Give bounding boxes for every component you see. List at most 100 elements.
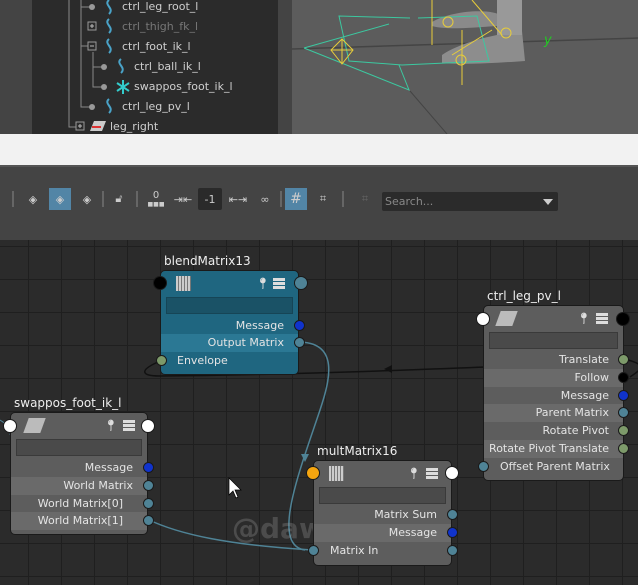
show-input-connections-icon[interactable]: ◈ xyxy=(22,188,44,210)
attribute-view-zero-button[interactable]: 0 ■■■ xyxy=(145,188,167,210)
collapse-attributes-icon[interactable]: ⇥⇤ xyxy=(172,188,194,210)
transform-icon xyxy=(495,311,518,326)
attr-message[interactable]: Message xyxy=(161,317,298,335)
attr-rotate-pivot[interactable]: Rotate Pivot xyxy=(484,422,623,440)
node-search-field[interactable] xyxy=(166,297,293,314)
pin-icon[interactable]: 📍︎ xyxy=(407,467,421,480)
node-search-field[interactable] xyxy=(319,487,446,504)
pin-icon[interactable]: 📍︎ xyxy=(577,312,591,325)
axis-y-label: y xyxy=(543,33,552,48)
node-mult-matrix[interactable]: multMatrix16 📍︎ Matrix Sum Message Matri… xyxy=(306,444,459,566)
attr-envelope[interactable]: Envelope xyxy=(161,352,298,370)
outliner-item-swappos-foot-ik-l[interactable]: swappos_foot_ik_l xyxy=(134,77,233,97)
attr-offset-parent-matrix[interactable]: Offset Parent Matrix xyxy=(484,458,623,476)
attr-matrix-sum[interactable]: Matrix Sum xyxy=(314,506,451,524)
outliner-item-ctrl-leg-root-l[interactable]: ctrl_leg_root_l xyxy=(122,0,198,17)
attr-message[interactable]: Message xyxy=(11,459,147,477)
attr-matrix-in[interactable]: Matrix In xyxy=(314,542,451,560)
offset-field[interactable]: -1 xyxy=(198,188,222,210)
wire-arrow xyxy=(384,365,392,373)
attr-parent-matrix[interactable]: Parent Matrix xyxy=(484,404,623,422)
port-matrix-in[interactable] xyxy=(308,545,319,556)
attr-translate[interactable]: Translate xyxy=(484,351,623,369)
3d-viewport[interactable]: y xyxy=(292,0,638,134)
pin-icon[interactable]: 📍︎ xyxy=(104,419,118,432)
search-field[interactable]: Search... xyxy=(382,192,558,211)
port-matrix-sum-out[interactable] xyxy=(447,509,458,520)
port-translate-out[interactable] xyxy=(618,354,629,365)
mouse-cursor xyxy=(228,477,242,499)
node-title: ctrl_leg_pv_l xyxy=(487,289,561,303)
attr-world-matrix-1[interactable]: World Matrix[1] xyxy=(11,512,147,530)
panel-divider xyxy=(0,134,638,165)
attribute-display-icon[interactable] xyxy=(123,420,135,431)
port-envelope-in[interactable] xyxy=(156,355,167,366)
port-world-matrix-out[interactable] xyxy=(143,480,154,491)
node-title: blendMatrix13 xyxy=(164,254,251,268)
attr-output-matrix[interactable]: Output Matrix xyxy=(161,334,298,352)
node-ctrl-leg-pv-l[interactable]: ctrl_leg_pv_l 📍︎ Translate Follow Messag… xyxy=(476,289,630,481)
port-follow-out[interactable] xyxy=(618,372,629,383)
attr-world-matrix-0[interactable]: World Matrix[0] xyxy=(11,495,147,513)
unlock-icon[interactable]: 🔓︎ xyxy=(108,188,130,210)
node-title: swappos_foot_ik_l xyxy=(14,396,122,410)
zero-label: 0 xyxy=(152,190,160,201)
transform-icon xyxy=(23,418,46,433)
expand-attributes-icon[interactable]: ⇤⇥ xyxy=(227,188,249,210)
attribute-display-icon[interactable] xyxy=(273,278,285,289)
port-output-matrix-out[interactable] xyxy=(294,337,305,348)
node-search-field[interactable] xyxy=(16,439,142,456)
search-placeholder: Search... xyxy=(385,195,434,208)
node-output-port[interactable] xyxy=(445,466,459,480)
wire-arrow-2 xyxy=(301,454,309,462)
grid-toggle-icon[interactable]: # xyxy=(285,188,307,210)
attribute-display-icon[interactable] xyxy=(426,468,438,479)
attr-message[interactable]: Message xyxy=(314,524,451,542)
port-message-out[interactable] xyxy=(143,462,154,473)
node-input-port[interactable] xyxy=(3,419,17,433)
frame-selection-icon[interactable]: ⌗ xyxy=(354,188,376,210)
attr-rotate-pivot-translate[interactable]: Rotate Pivot Translate xyxy=(484,440,623,458)
port-rotate-pivot-translate-out[interactable] xyxy=(618,443,629,454)
show-all-attributes-icon[interactable]: ∞ xyxy=(254,188,276,210)
node-swappos-foot-ik-l[interactable]: swappos_foot_ik_l 📍︎ Message World Matri… xyxy=(3,396,155,535)
port-world-matrix-1-out[interactable] xyxy=(143,515,154,526)
outliner-item-ctrl-foot-ik-l[interactable]: ctrl_foot_ik_l xyxy=(122,37,191,57)
port-rotate-pivot-out[interactable] xyxy=(618,425,629,436)
node-title: multMatrix16 xyxy=(317,444,398,458)
outliner-panel: ctrl_leg_root_l ctrl_thigh_fk_l ctrl_foo… xyxy=(0,0,292,134)
blend-matrix-icon xyxy=(176,276,191,291)
node-output-port[interactable] xyxy=(294,276,308,290)
port-message-out[interactable] xyxy=(294,320,305,331)
chevron-down-icon[interactable] xyxy=(543,199,553,205)
outliner-item-ctrl-ball-ik-l[interactable]: ctrl_ball_ik_l xyxy=(134,57,201,77)
show-output-connections-icon[interactable]: ◈ xyxy=(76,188,98,210)
port-world-matrix-0-out[interactable] xyxy=(143,498,154,509)
snap-to-grid-icon[interactable]: ⌗ xyxy=(312,188,334,210)
attribute-display-icon[interactable] xyxy=(596,313,608,324)
node-output-port[interactable] xyxy=(616,312,630,326)
node-input-port[interactable] xyxy=(476,312,490,326)
port-message-out[interactable] xyxy=(618,390,629,401)
node-blend-matrix[interactable]: blendMatrix13 📍︎ Message Output Matrix E… xyxy=(153,254,308,375)
port-parent-matrix-out[interactable] xyxy=(618,407,629,418)
mult-matrix-icon xyxy=(329,466,344,481)
pin-icon[interactable]: 📍︎ xyxy=(256,277,270,290)
node-editor-toolbar: ◈ ◈ ◈ 🔓︎ 0 ■■■ ⇥⇤ -1 ⇤⇥ ∞ # ⌗ ⌗ Search... xyxy=(0,167,638,240)
attr-follow[interactable]: Follow xyxy=(484,369,623,387)
outliner-list: ctrl_leg_root_l ctrl_thigh_fk_l ctrl_foo… xyxy=(32,0,278,134)
node-input-port[interactable] xyxy=(153,276,167,290)
port-offset-parent-matrix-in[interactable] xyxy=(478,461,489,472)
outliner-item-ctrl-leg-pv-l[interactable]: ctrl_leg_pv_l xyxy=(122,97,190,117)
port-matrix-in-out[interactable] xyxy=(447,545,458,556)
viewport-scene: y xyxy=(292,0,638,134)
show-input-output-connections-icon[interactable]: ◈ xyxy=(49,188,71,210)
node-search-field[interactable] xyxy=(489,332,618,349)
attr-message[interactable]: Message xyxy=(484,387,623,405)
node-graph-canvas[interactable]: @dawn_arc blendMatrix13 📍︎ Message Outpu… xyxy=(0,240,638,585)
node-output-port[interactable] xyxy=(141,419,155,433)
port-message-out[interactable] xyxy=(447,527,458,538)
outliner-item-ctrl-thigh-fk-l[interactable]: ctrl_thigh_fk_l xyxy=(122,17,198,37)
attr-world-matrix[interactable]: World Matrix xyxy=(11,477,147,495)
node-input-port[interactable] xyxy=(306,466,320,480)
